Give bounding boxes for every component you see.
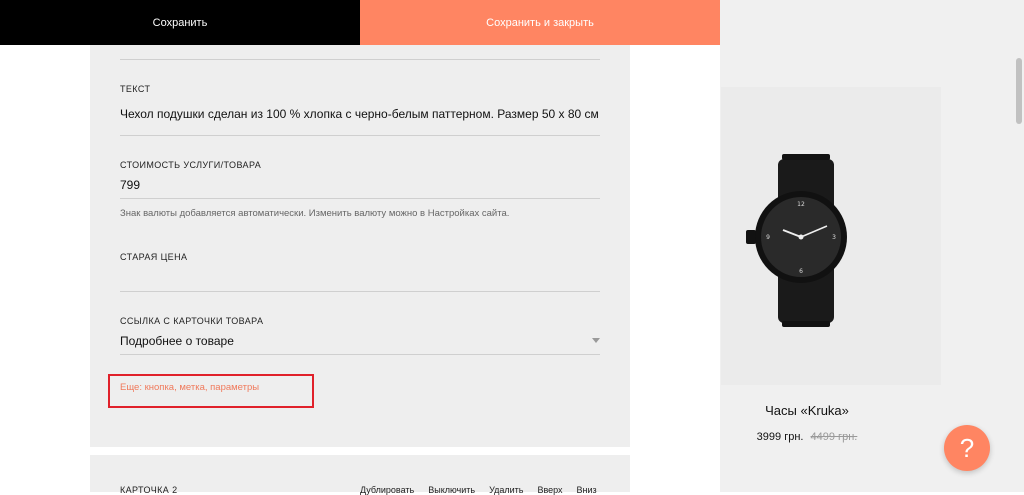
card-2-panel: КАРТОЧКА 2 Дублировать Выключить Удалить… xyxy=(90,455,630,495)
svg-text:6: 6 xyxy=(799,268,803,275)
text-field-label: ТЕКСТ xyxy=(120,84,151,94)
watch-icon: 12 6 3 9 xyxy=(746,154,847,327)
old-price-field[interactable] xyxy=(120,270,600,290)
link-select[interactable]: Подробнее о товаре xyxy=(120,334,600,348)
old-price-field-underline xyxy=(120,291,600,292)
question-icon: ? xyxy=(959,432,975,463)
svg-text:12: 12 xyxy=(797,201,805,208)
link-field-label: ССЫЛКА С КАРТОЧКИ ТОВАРА xyxy=(120,316,264,326)
price-field-underline xyxy=(120,198,600,199)
text-field[interactable]: Чехол подушки сделан из 100 % хлопка с ч… xyxy=(120,107,600,121)
price-field[interactable]: 799 xyxy=(120,178,600,192)
chevron-down-icon[interactable] xyxy=(592,338,600,343)
link-select-underline xyxy=(120,354,600,355)
product-image: 12 6 3 9 xyxy=(721,87,941,385)
product-title: Часы «Kruka» xyxy=(765,403,849,418)
disable-button[interactable]: Выключить xyxy=(428,485,475,495)
left-margin xyxy=(0,45,90,492)
help-button[interactable]: ? xyxy=(944,425,990,471)
svg-text:3: 3 xyxy=(832,234,836,241)
highlight-box xyxy=(108,374,314,408)
duplicate-button[interactable]: Дублировать xyxy=(360,485,414,495)
divider xyxy=(120,59,600,60)
save-button[interactable]: Сохранить xyxy=(0,0,360,45)
top-toolbar: Сохранить Сохранить и закрыть xyxy=(0,0,720,45)
text-field-underline xyxy=(120,135,600,136)
old-price-field-label: СТАРАЯ ЦЕНА xyxy=(120,252,188,262)
product-price-row: 3999 грн. 4499 грн. xyxy=(721,431,893,443)
scrollbar-thumb[interactable] xyxy=(1016,58,1022,124)
delete-button[interactable]: Удалить xyxy=(489,485,523,495)
move-down-button[interactable]: Вниз xyxy=(577,485,597,495)
editor-gap xyxy=(630,45,720,492)
card-2-actions: Дублировать Выключить Удалить Вверх Вниз xyxy=(360,485,597,495)
price-field-label: СТОИМОСТЬ УСЛУГИ/ТОВАРА xyxy=(120,160,262,170)
move-up-button[interactable]: Вверх xyxy=(537,485,562,495)
product-old-price: 4499 грн. xyxy=(810,431,858,443)
card-2-title: КАРТОЧКА 2 xyxy=(120,485,178,495)
product-price: 3999 грн. xyxy=(756,431,804,443)
price-hint: Знак валюты добавляется автоматически. И… xyxy=(120,208,510,219)
svg-text:9: 9 xyxy=(766,234,770,241)
save-and-close-button[interactable]: Сохранить и закрыть xyxy=(360,0,720,45)
